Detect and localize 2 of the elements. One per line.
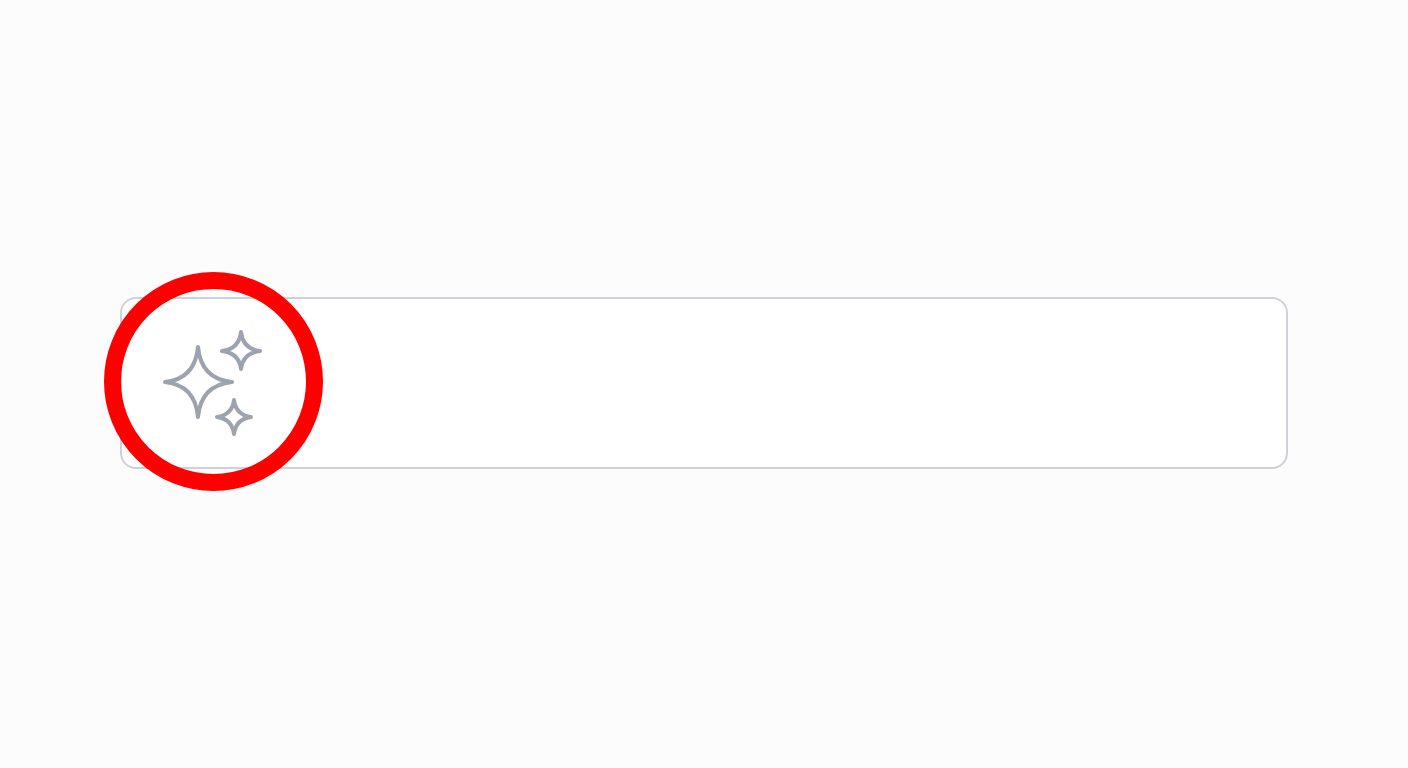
input-field[interactable]: [120, 297, 1288, 469]
sparkles-icon: [163, 329, 263, 437]
